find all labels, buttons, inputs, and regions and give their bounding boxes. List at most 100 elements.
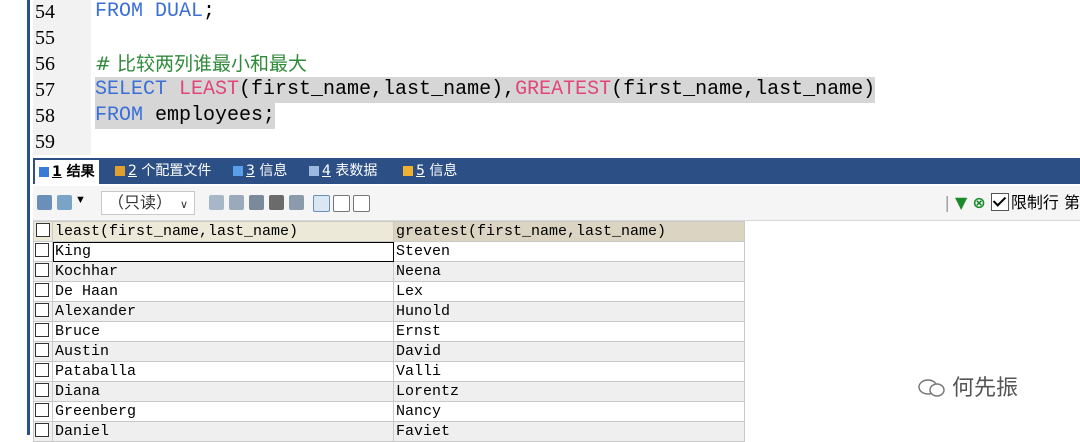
watermark: 何先振 [918,370,1018,402]
least-cell[interactable]: Diana [52,381,394,402]
export-icon[interactable] [37,195,52,210]
tab-result-4[interactable]: 4 表数据 [309,161,377,182]
result-grid[interactable]: least(first_name,last_name) greatest(fir… [33,221,745,442]
duplicate-row-icon[interactable] [229,195,244,210]
copy-icon[interactable] [57,195,72,210]
column-header-greatest[interactable]: greatest(first_name,last_name) [393,221,745,242]
reset-filter-icon[interactable]: ⊗ [972,193,985,212]
least-cell[interactable]: Greenberg [52,401,394,422]
table-row[interactable]: Bruce Ernst [33,321,745,342]
table-row[interactable]: King Steven [33,241,745,262]
row-select-cell[interactable] [33,421,53,442]
readonly-mode-select[interactable]: （只读） ∨ [101,191,196,215]
least-cell[interactable]: King [52,241,394,262]
row-select-cell[interactable] [33,241,53,262]
greatest-cell[interactable]: Lex [393,281,745,302]
code-token: (first_name,last_name), [239,78,516,101]
dropdown-arrow-icon[interactable]: ▼ [75,194,86,206]
tab-icon [403,166,413,176]
row-checkbox[interactable] [35,263,49,277]
filter-icon[interactable]: ▼ [955,193,967,212]
tab-icon [115,166,125,176]
greatest-cell[interactable]: Nancy [393,401,745,422]
delete-icon[interactable] [269,195,284,210]
code-token: ; [203,0,216,23]
row-select-cell[interactable] [33,261,53,282]
code-token: # 比较两列谁最小和最大 [95,53,307,75]
greatest-cell[interactable]: Neena [393,261,745,282]
line-number: 54 [35,1,55,23]
tab-result-5[interactable]: 5 信息 [403,161,457,182]
editor-line[interactable]: 54 FROM DUAL; [33,0,1080,25]
row-checkbox[interactable] [35,343,49,357]
table-row[interactable]: Kochhar Neena [33,261,745,282]
select-all-checkbox[interactable] [36,223,50,237]
line-number: 57 [35,79,55,101]
row-select-cell[interactable] [33,341,53,362]
tab-result-1[interactable]: 1 结果 [35,160,99,184]
row-checkbox[interactable] [35,303,49,317]
tab-result-2[interactable]: 2 个配置文件 [115,161,211,182]
line-number: 58 [35,105,55,127]
greatest-cell[interactable]: Ernst [393,321,745,342]
row-checkbox[interactable] [35,243,49,257]
column-header-least[interactable]: least(first_name,last_name) [52,221,394,242]
row-checkbox[interactable] [35,363,49,377]
greatest-cell[interactable]: Faviet [393,421,745,442]
greatest-cell[interactable]: Hunold [393,301,745,322]
text-view-icon[interactable] [353,195,370,212]
line-number: 59 [35,131,55,153]
greatest-cell[interactable]: Valli [393,361,745,382]
editor-line[interactable]: 56 # 比较两列谁最小和最大 [33,51,1080,77]
editor-line[interactable]: 55 [33,25,1080,51]
least-cell[interactable]: Kochhar [52,261,394,282]
table-row[interactable]: Daniel Faviet [33,421,745,442]
code-text: # 比较两列谁最小和最大 [95,51,307,79]
add-row-icon[interactable] [209,195,224,210]
table-row[interactable]: Diana Lorentz [33,381,745,402]
table-row[interactable]: Austin David [33,341,745,362]
line-number: 56 [35,53,55,75]
greatest-cell[interactable]: Steven [393,241,745,262]
limit-rows-checkbox[interactable] [990,193,1009,211]
greatest-cell[interactable]: David [393,341,745,362]
readonly-mode-label: （只读） [108,193,173,212]
save-icon[interactable] [249,195,264,210]
row-select-cell[interactable] [33,301,53,322]
row-select-cell[interactable] [33,281,53,302]
row-checkbox[interactable] [35,323,49,337]
least-cell[interactable]: Austin [52,341,394,362]
row-select-cell[interactable] [33,401,53,422]
greatest-cell[interactable]: Lorentz [393,381,745,402]
editor-line[interactable]: 59 [33,129,1080,155]
row-select-cell[interactable] [33,381,53,402]
form-view-icon[interactable] [333,195,350,212]
grid-view-icon[interactable] [313,195,330,212]
least-cell[interactable]: Alexander [52,301,394,322]
tab-icon [39,167,49,177]
least-cell[interactable]: Bruce [52,321,394,342]
least-cell[interactable]: Daniel [52,421,394,442]
row-checkbox[interactable] [35,403,49,417]
tab-icon [233,166,243,176]
sql-editor[interactable]: 54 FROM DUAL; 55 56 # 比较两列谁最小和最大 57 SELECT LEA… [33,0,1080,155]
row-checkbox[interactable] [35,383,49,397]
select-all-cell[interactable] [33,221,53,242]
right-toolbar: | ▼ ⊗ 限制行 第 [945,192,1080,214]
least-cell[interactable]: De Haan [52,281,394,302]
table-row[interactable]: Alexander Hunold [33,301,745,322]
table-row[interactable]: Greenberg Nancy [33,401,745,422]
row-select-cell[interactable] [33,361,53,382]
row-select-cell[interactable] [33,321,53,342]
code-token: FROM DUAL [95,0,204,23]
least-cell[interactable]: Pataballa [52,361,394,382]
refresh-icon[interactable] [289,195,304,210]
table-row[interactable]: De Haan Lex [33,281,745,302]
tab-result-3[interactable]: 3 信息 [233,161,287,182]
tab-number: 1 [52,164,62,180]
editor-line[interactable]: 57 SELECT LEAST(first_name,last_name),GRE… [33,77,1080,103]
limit-rows-label: 限制行 第 [1010,193,1080,212]
editor-line[interactable]: 58 FROM employees; [33,103,1080,129]
row-checkbox[interactable] [35,283,49,297]
table-row[interactable]: Pataballa Valli [33,361,745,382]
